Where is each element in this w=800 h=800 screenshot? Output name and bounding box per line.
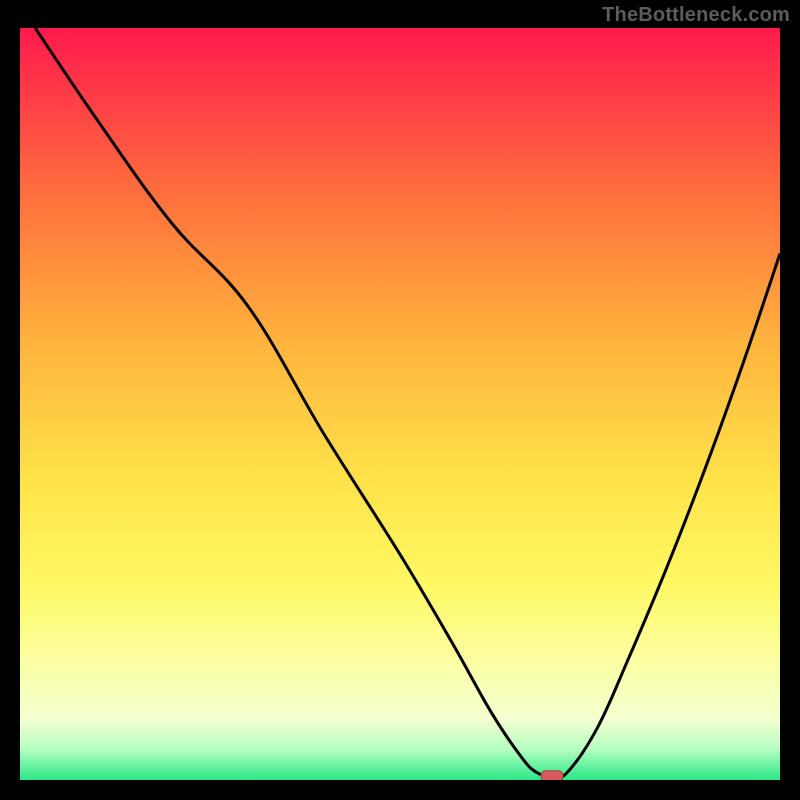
watermark-label: TheBottleneck.com (602, 4, 790, 27)
sweet-spot-marker (541, 771, 563, 780)
chart-svg (20, 28, 780, 780)
plot-area (20, 28, 780, 780)
chart-background (20, 28, 780, 780)
chart-frame: TheBottleneck.com (0, 0, 800, 800)
